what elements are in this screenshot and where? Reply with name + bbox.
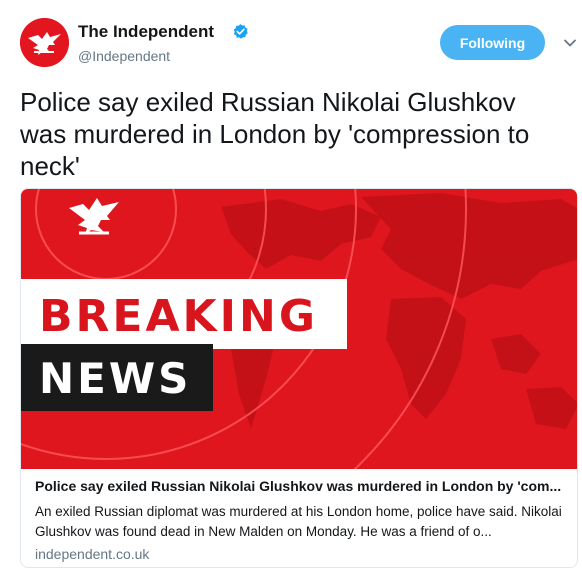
card-title[interactable]: Police say exiled Russian Nikolai Glushk… <box>35 478 565 494</box>
card-body[interactable]: Police say exiled Russian Nikolai Glushk… <box>21 469 577 567</box>
card-image-breaking-text: BREAKING <box>39 291 318 342</box>
verified-badge-icon <box>233 24 248 39</box>
chevron-down-icon[interactable] <box>563 36 577 50</box>
eagle-logo-icon <box>20 18 69 67</box>
card-description: An exiled Russian diplomat was murdered … <box>35 504 562 539</box>
card-domain[interactable]: independent.co.uk <box>35 546 149 562</box>
link-preview-card[interactable]: BREAKING NEWS Police say exiled Russian … <box>20 188 578 568</box>
tweet-header: The Independent @Independent Following <box>20 18 580 68</box>
card-image-news-text: NEWS <box>39 354 191 403</box>
avatar[interactable] <box>20 18 69 67</box>
account-handle[interactable]: @Independent <box>78 48 170 64</box>
card-image[interactable]: BREAKING NEWS <box>21 189 577 469</box>
following-button[interactable]: Following <box>440 25 545 60</box>
account-name[interactable]: The Independent <box>78 22 214 42</box>
tweet-text: Police say exiled Russian Nikolai Glushk… <box>20 87 530 181</box>
